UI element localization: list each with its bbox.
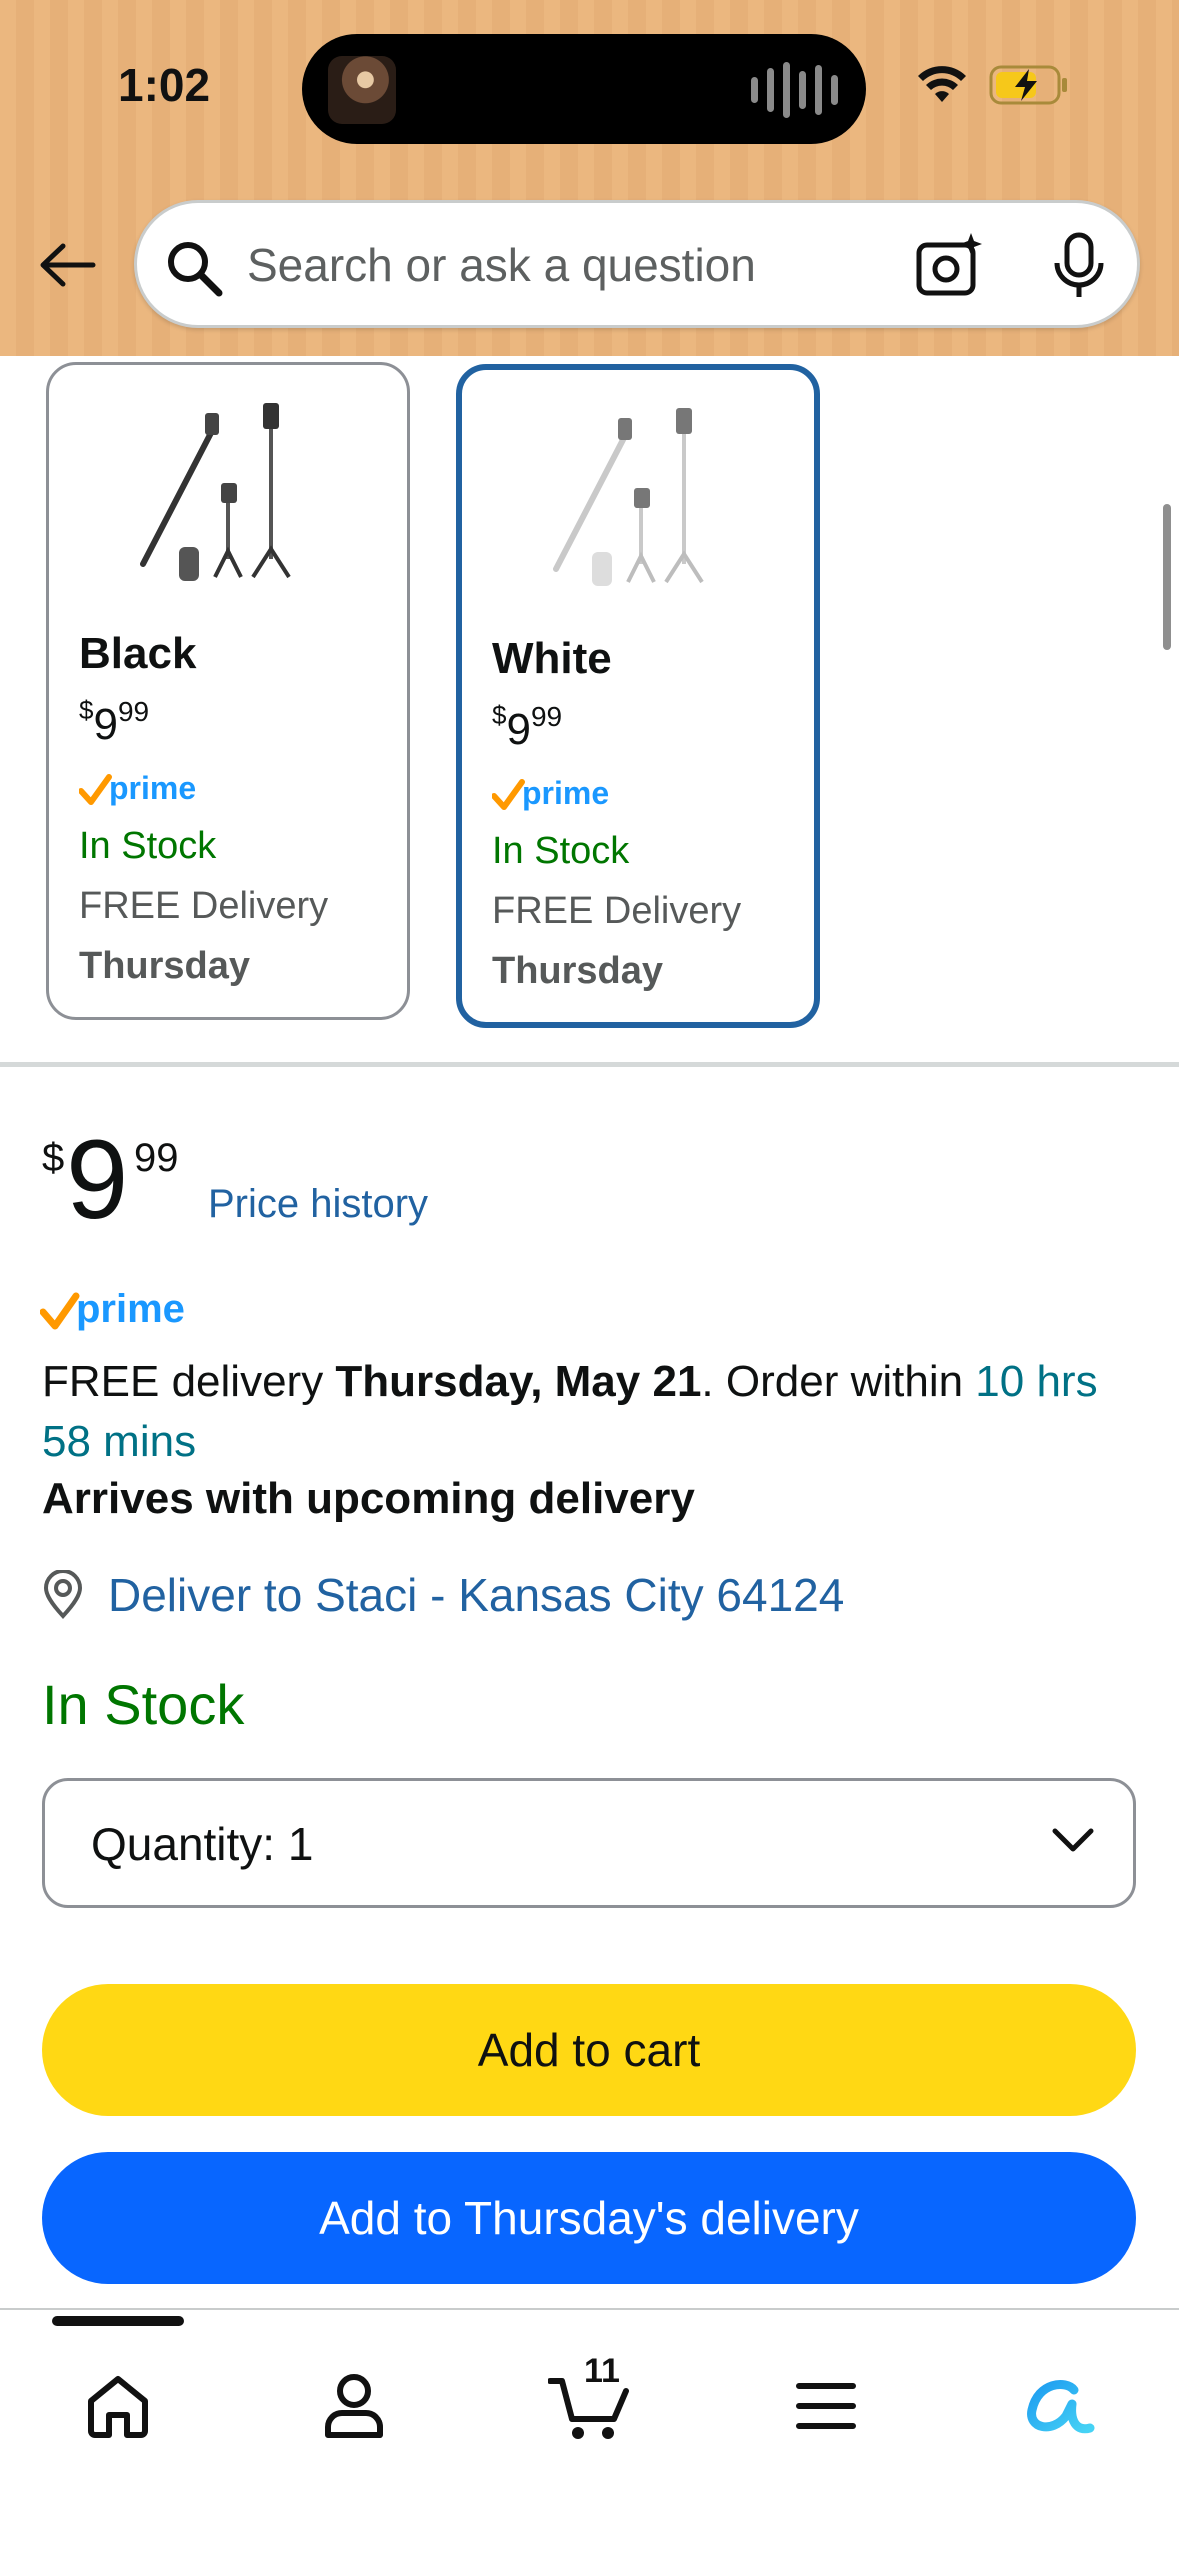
arrives-message: Arrives with upcoming delivery bbox=[42, 1474, 695, 1523]
nav-menu[interactable] bbox=[776, 2356, 876, 2456]
search-icon bbox=[168, 242, 223, 297]
audio-waveform-icon bbox=[751, 62, 838, 118]
delivery-date: Thursday, May 21 bbox=[335, 1357, 702, 1406]
product-thumbnail bbox=[140, 403, 291, 581]
back-arrow-icon bbox=[40, 243, 96, 287]
delivery-label: FREE Delivery bbox=[492, 890, 742, 932]
dynamic-island[interactable] bbox=[302, 34, 866, 144]
stock-status: In Stock bbox=[42, 1673, 245, 1736]
delivery-day: Thursday bbox=[79, 945, 251, 987]
account-icon bbox=[325, 2374, 383, 2438]
variant-name: Black bbox=[79, 629, 197, 678]
variant-name: White bbox=[492, 634, 612, 683]
prime-logo-icon: prime bbox=[79, 770, 196, 806]
nav-home[interactable] bbox=[68, 2356, 168, 2456]
prime-logo-icon: prime bbox=[40, 1287, 185, 1331]
price-history-link[interactable]: Price history bbox=[208, 1182, 428, 1227]
status-icons bbox=[917, 64, 1069, 106]
active-tab-indicator bbox=[52, 2316, 184, 2326]
variant-card-black[interactable]: Black $999 prime In Stock FREE Delivery … bbox=[46, 362, 410, 1020]
camera-lens-icon[interactable] bbox=[915, 231, 985, 301]
variant-price: $999 bbox=[79, 695, 150, 749]
variant-card-white[interactable]: White $999 prime In Stock FREE Delivery … bbox=[456, 364, 820, 1028]
back-button[interactable] bbox=[34, 232, 100, 298]
delivery-message: FREE delivery Thursday, May 21. Order wi… bbox=[42, 1357, 1098, 1466]
app-header: 1:02 bbox=[0, 0, 1179, 356]
now-playing-artwork bbox=[328, 56, 396, 124]
menu-icon bbox=[796, 2383, 856, 2429]
stock-status: In Stock bbox=[492, 830, 630, 872]
bottom-nav: 11 bbox=[0, 2308, 1179, 2556]
scroll-indicator[interactable] bbox=[1163, 504, 1171, 650]
cart-count-badge: 11 bbox=[584, 2352, 620, 2390]
status-time: 1:02 bbox=[118, 59, 211, 111]
variant-price: $999 bbox=[492, 700, 563, 754]
search-bar[interactable] bbox=[134, 200, 1140, 328]
product-thumbnail bbox=[553, 408, 704, 586]
microphone-icon[interactable] bbox=[1051, 231, 1107, 301]
home-indicator bbox=[454, 2520, 726, 2532]
chevron-down-icon bbox=[1052, 1828, 1094, 1852]
svg-text:prime: prime bbox=[109, 770, 196, 806]
stock-status: In Stock bbox=[79, 825, 217, 867]
add-to-cart-button[interactable]: Add to cart bbox=[42, 1984, 1136, 2116]
nav-account[interactable] bbox=[304, 2356, 404, 2456]
home-icon bbox=[88, 2376, 148, 2438]
search-input[interactable] bbox=[247, 233, 927, 297]
prime-logo-icon: prime bbox=[492, 775, 609, 811]
wifi-icon bbox=[918, 66, 966, 102]
nav-rufus[interactable] bbox=[1010, 2356, 1110, 2456]
delivery-label: FREE Delivery bbox=[79, 885, 329, 927]
rufus-icon bbox=[1027, 2380, 1095, 2434]
add-to-delivery-button[interactable]: Add to Thursday's delivery bbox=[42, 2152, 1136, 2284]
quantity-label: Quantity: 1 bbox=[91, 1818, 314, 1870]
nav-cart[interactable]: 11 bbox=[540, 2352, 640, 2456]
quantity-value: 1 bbox=[287, 1818, 314, 1870]
delivery-day: Thursday bbox=[492, 950, 664, 992]
quantity-select[interactable]: Quantity: 1 bbox=[42, 1778, 1136, 1908]
variation-selector: Black $999 prime In Stock FREE Delivery … bbox=[0, 356, 1179, 1056]
svg-text:prime: prime bbox=[76, 1287, 185, 1331]
section-divider bbox=[0, 1062, 1179, 1067]
deliver-to-link[interactable]: Deliver to Staci - Kansas City 64124 bbox=[40, 1568, 844, 1622]
battery-charging-icon bbox=[989, 65, 1067, 105]
location-pin-icon bbox=[43, 1570, 83, 1619]
svg-text:prime: prime bbox=[522, 775, 609, 811]
